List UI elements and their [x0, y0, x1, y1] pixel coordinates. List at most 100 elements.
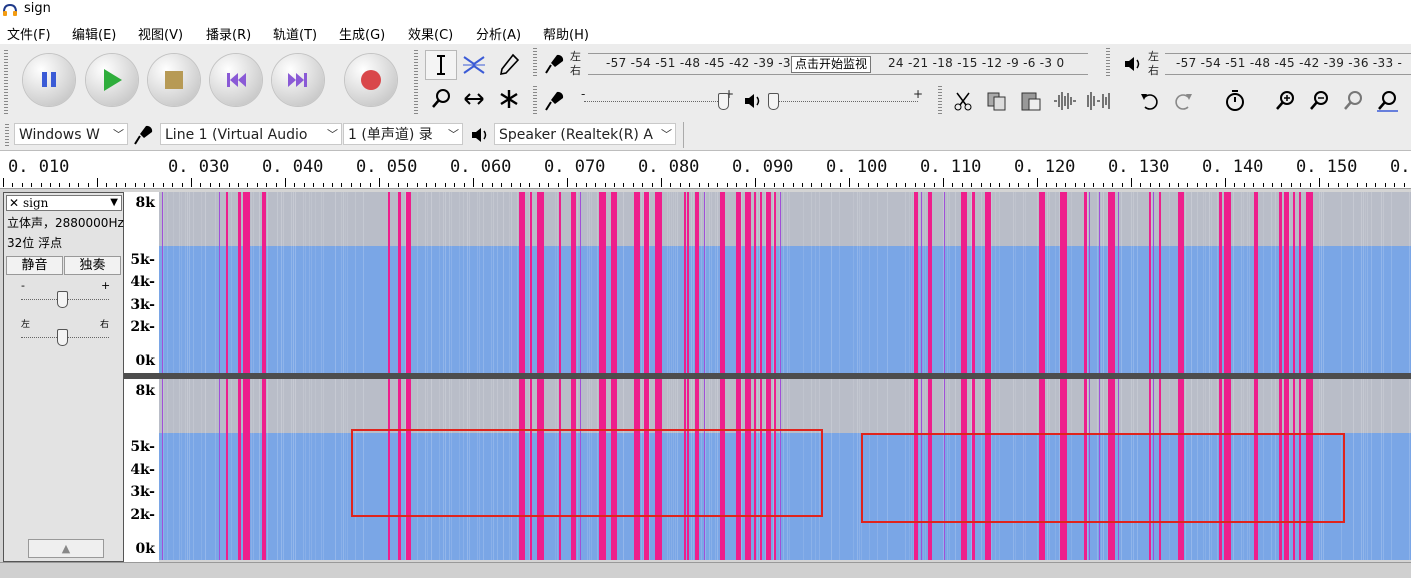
- spectrum-texture: [1023, 192, 1024, 373]
- signal-pulse: [398, 192, 401, 373]
- selection-tool[interactable]: [425, 50, 457, 80]
- spectrum-texture: [859, 192, 860, 373]
- signal-pulse: [985, 192, 991, 373]
- ruler-tick: [887, 183, 888, 187]
- toolbar-grip[interactable]: [4, 50, 8, 114]
- spectrum-texture: [517, 192, 518, 373]
- microphone-icon[interactable]: [543, 51, 569, 77]
- device-grip[interactable]: [5, 124, 9, 146]
- signal-pulse: [760, 192, 762, 373]
- mixer-grip[interactable]: [533, 86, 537, 114]
- scale-bottom-0k: 0k: [135, 541, 155, 557]
- timer-record-icon[interactable]: [1222, 88, 1248, 114]
- envelope-tool[interactable]: [458, 50, 490, 80]
- recording-device-select[interactable]: Line 1 (Virtual Audio ﹀: [160, 123, 342, 145]
- collapse-track-button[interactable]: ▲: [28, 539, 104, 558]
- tools-grip[interactable]: [414, 50, 418, 114]
- scale-bottom-5k: 5k-: [130, 439, 155, 455]
- playback-device-select[interactable]: Speaker (Realtek(R) A ﹀: [494, 123, 676, 145]
- spectrum-texture: [1151, 192, 1152, 373]
- track-name-box[interactable]: ✕ sign ▼: [6, 195, 122, 211]
- recording-channels-select[interactable]: 1 (单声道) 录 ﹀: [343, 123, 463, 145]
- undo-icon[interactable]: [1137, 88, 1163, 114]
- timeline-ruler[interactable]: 0. 010 0. 030 0. 040 0. 050 0. 060 0. 070 0. 0…: [0, 151, 1411, 189]
- play-meter-grip[interactable]: [1106, 48, 1110, 78]
- start-monitoring-tooltip[interactable]: 点击开始监视: [791, 56, 872, 73]
- spectrum-texture: [1241, 192, 1242, 373]
- rec-volume-thumb[interactable]: [718, 93, 729, 110]
- play-volume-slider[interactable]: [770, 101, 918, 102]
- ruler-tick: [811, 183, 812, 187]
- trim-audio-icon[interactable]: [1052, 88, 1078, 114]
- menu-tracks[interactable]: 轨道(T): [273, 24, 317, 43]
- signal-edge: [219, 192, 220, 373]
- fit-selection-icon[interactable]: [1340, 88, 1366, 114]
- time-shift-tool[interactable]: [458, 84, 490, 114]
- edit-grip[interactable]: [938, 86, 942, 114]
- chevron-down-icon: ﹀: [113, 128, 124, 141]
- track-name[interactable]: sign: [23, 196, 48, 210]
- mute-button[interactable]: 静音: [6, 256, 63, 275]
- track-menu-chevron-icon[interactable]: ▼: [110, 196, 118, 210]
- multi-tool[interactable]: [493, 84, 525, 114]
- silence-audio-icon[interactable]: [1085, 88, 1111, 114]
- horizontal-scrollbar[interactable]: [0, 562, 1411, 578]
- record-button[interactable]: [345, 54, 397, 106]
- copy-icon[interactable]: [984, 88, 1010, 114]
- ruler-tick: [952, 183, 953, 187]
- zoom-out-icon[interactable]: [1306, 88, 1332, 114]
- spectrum-texture: [709, 192, 710, 373]
- zoom-in-icon[interactable]: [1272, 88, 1298, 114]
- fit-project-icon[interactable]: [1374, 88, 1400, 114]
- solo-button[interactable]: 独奏: [64, 256, 121, 275]
- signal-edge: [162, 379, 163, 560]
- zoom-tool[interactable]: [425, 84, 457, 114]
- spectrum-texture: [1211, 192, 1212, 373]
- menu-help[interactable]: 帮助(H): [543, 24, 589, 43]
- skip-end-button[interactable]: [272, 54, 324, 106]
- pan-slider-thumb[interactable]: [57, 329, 68, 346]
- signal-pulse: [928, 192, 932, 373]
- ruler-tick: [793, 183, 794, 187]
- paste-icon[interactable]: [1018, 88, 1044, 114]
- ruler-tick: [699, 183, 700, 187]
- play-volume-thumb[interactable]: [768, 93, 779, 110]
- spectrum-texture: [497, 192, 498, 373]
- ruler-tick: [1404, 183, 1405, 187]
- gain-slider-thumb[interactable]: [57, 291, 68, 308]
- spectrum-texture: [831, 379, 832, 560]
- playback-speaker-icon[interactable]: [1120, 51, 1146, 77]
- menu-transport[interactable]: 播录(R): [206, 24, 251, 43]
- signal-pulse: [695, 192, 699, 373]
- spectrum-texture: [355, 192, 356, 373]
- ruler-tick: [144, 183, 145, 187]
- cut-icon[interactable]: [950, 88, 976, 114]
- menu-edit[interactable]: 编辑(E): [72, 24, 116, 43]
- play-button[interactable]: [86, 54, 138, 106]
- spectrum-texture: [463, 192, 464, 373]
- skip-start-button[interactable]: [210, 54, 262, 106]
- stop-button[interactable]: [148, 54, 200, 106]
- rec-volume-slider[interactable]: [584, 101, 728, 102]
- spectrogram-left-channel[interactable]: [159, 192, 1411, 373]
- menu-analyze[interactable]: 分析(A): [476, 24, 521, 43]
- menu-file[interactable]: 文件(F): [7, 24, 51, 43]
- redo-icon[interactable]: [1170, 88, 1196, 114]
- draw-tool[interactable]: [493, 50, 525, 80]
- spectrum-texture: [449, 192, 450, 373]
- spectrum-texture: [1037, 192, 1038, 373]
- track-close-button[interactable]: ✕: [9, 196, 19, 210]
- pause-button[interactable]: [23, 54, 75, 106]
- menu-view[interactable]: 视图(V): [138, 24, 183, 43]
- spectrum-texture: [765, 192, 766, 373]
- spectrum-texture: [757, 192, 758, 373]
- ruler-tick: [746, 183, 747, 187]
- ruler-tick: [1075, 183, 1076, 187]
- menu-generate[interactable]: 生成(G): [339, 24, 385, 43]
- spectrum-texture: [259, 192, 260, 373]
- ruler-tick: [689, 183, 690, 187]
- rec-meter-grip[interactable]: [533, 48, 537, 78]
- menu-effect[interactable]: 效果(C): [408, 24, 453, 43]
- audio-host-select[interactable]: Windows W ﹀: [14, 123, 128, 145]
- ruler-tick: [1178, 183, 1179, 187]
